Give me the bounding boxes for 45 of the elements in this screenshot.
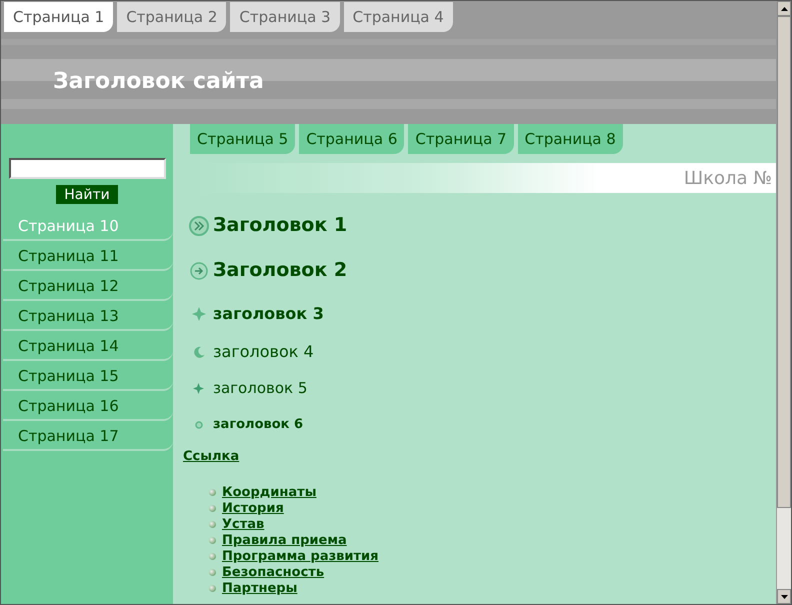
link[interactable]: Ссылка — [183, 449, 240, 464]
heading: заголовок 6 — [213, 416, 304, 434]
site-title: Заголовок сайта — [53, 68, 264, 96]
bullet-icon — [209, 552, 216, 560]
circle-icon — [194, 420, 202, 428]
page-tab[interactable]: Страница 6 — [299, 124, 404, 154]
scrollbar[interactable] — [776, 1, 791, 604]
bullet-icon — [209, 488, 216, 496]
arrow-circle-icon — [190, 262, 208, 280]
bullet-icon — [209, 568, 216, 576]
up-triangle-icon — [780, 6, 788, 10]
double-chevron-circle-icon — [188, 216, 208, 236]
link[interactable]: Программа развития — [222, 550, 378, 562]
page-tab[interactable]: Страница 4 — [344, 2, 453, 32]
link[interactable]: Устав — [222, 518, 264, 530]
scroll-up-button[interactable] — [777, 1, 791, 16]
scroll-down-button[interactable] — [777, 589, 791, 604]
link[interactable]: Правила приема — [222, 534, 347, 546]
search-field[interactable] — [9, 158, 166, 179]
link[interactable]: Безопасность — [222, 566, 324, 578]
link[interactable]: История — [222, 502, 284, 514]
banner-text: Школа № — [684, 166, 772, 190]
star-icon — [193, 382, 204, 394]
crescent-icon — [192, 346, 204, 358]
heading: Заголовок 1 — [213, 213, 348, 238]
page-tab[interactable]: Страница 2 — [117, 2, 226, 32]
link[interactable]: Партнеры — [222, 582, 298, 594]
page-tab[interactable]: Страница 7 — [408, 124, 514, 154]
page-tab[interactable]: Страница 1 — [4, 2, 114, 32]
bullet-icon — [209, 504, 216, 512]
heading: заголовок 5 — [213, 378, 308, 399]
link[interactable]: Координаты — [222, 486, 316, 498]
heading: Заголовок 2 — [213, 258, 348, 284]
heading: заголовок 4 — [213, 340, 314, 362]
bullet-icon — [209, 584, 216, 592]
bullet-icon — [209, 520, 216, 528]
search-button[interactable]: Найти — [56, 185, 118, 204]
bullet-icon — [209, 536, 216, 544]
page-tab[interactable]: Страница 8 — [518, 124, 623, 154]
scroll-thumb[interactable] — [777, 16, 791, 508]
page-tab[interactable]: Страница 5 — [190, 124, 296, 154]
page-tab[interactable]: Страница 3 — [230, 2, 340, 32]
down-triangle-icon — [780, 594, 788, 598]
cross-star-icon — [192, 307, 206, 321]
heading: заголовок 3 — [213, 303, 324, 325]
